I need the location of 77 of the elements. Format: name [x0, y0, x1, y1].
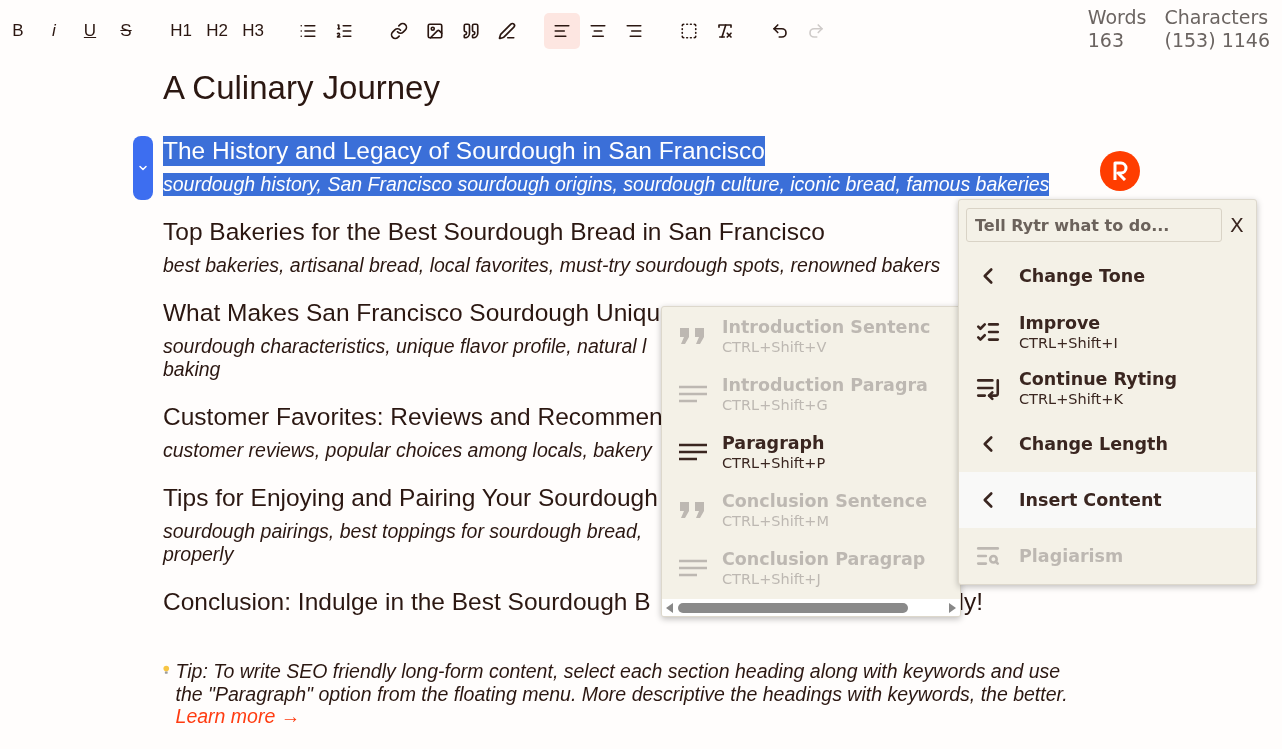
- item-label: Conclusion Sentence: [722, 490, 927, 512]
- section-heading: Tips for Enjoying and Pairing Your Sourdough: [163, 483, 658, 513]
- strikethrough-button[interactable]: S: [108, 13, 144, 49]
- avatar-badge[interactable]: [1100, 151, 1140, 191]
- stat-value: 163: [1087, 29, 1126, 52]
- undo-icon: [771, 22, 789, 40]
- item-label: Paragraph: [722, 432, 826, 454]
- horizontal-scrollbar[interactable]: [662, 599, 960, 616]
- close-button[interactable]: X: [1230, 213, 1244, 237]
- scroll-left-icon[interactable]: [666, 602, 674, 613]
- section-heading: Top Bakeries for the Best Sourdough Bread in San Francisco: [163, 217, 825, 247]
- bold-button[interactable]: B: [0, 13, 36, 49]
- stat-label: Characters: [1164, 6, 1270, 29]
- scrollbar-thumb[interactable]: [678, 602, 908, 613]
- highlight-icon: [498, 22, 516, 40]
- menu-item[interactable]: Continue Ryting CTRL+Shift+K: [959, 360, 1256, 416]
- align-left-icon: [553, 22, 571, 40]
- item-label: Introduction Sentenc: [722, 316, 931, 338]
- section-keywords: sourdough pairings, best toppings for sourdough bread,: [163, 520, 643, 543]
- menu-item[interactable]: Change Length: [959, 416, 1256, 472]
- heading-button[interactable]: H1: [163, 13, 199, 49]
- redo-icon: [807, 22, 825, 40]
- item-shortcut: CTRL+Shift+I: [1019, 334, 1118, 352]
- tip-text: Tip: To write SEO friendly long-form content, select each section heading along with keywords and use the "Paragraph" option from the floating menu. More descriptive the headings with keywords, the better. Learn more →: [175, 660, 1068, 728]
- text-lines-icon: [678, 559, 708, 577]
- item-label: Introduction Paragra: [722, 374, 928, 396]
- underline-button[interactable]: U: [72, 13, 108, 49]
- learn-more-link[interactable]: Learn more →: [175, 705, 301, 727]
- link-icon: [390, 22, 408, 40]
- item-shortcut: CTRL+Shift+M: [722, 512, 830, 530]
- image-icon: [426, 22, 444, 40]
- section-keywords: baking: [163, 358, 221, 381]
- item-label: Continue Ryting: [1019, 368, 1177, 390]
- section-keywords: best bakeries, artisanal bread, local favorites, must-try sourdough spots, renowned bakers: [163, 254, 941, 277]
- menu-item[interactable]: Improve CTRL+Shift+I: [959, 304, 1256, 360]
- menu-item[interactable]: Change Tone: [959, 248, 1256, 304]
- item-shortcut: CTRL+Shift+P: [722, 454, 826, 472]
- item-shortcut: CTRL+Shift+K: [1019, 390, 1124, 408]
- heading-button[interactable]: H3: [235, 13, 271, 49]
- bulleted-list-icon: [299, 22, 317, 40]
- item-shortcut: CTRL+Shift+J: [722, 570, 822, 588]
- align-right-icon: [625, 22, 643, 40]
- heading-button[interactable]: H2: [199, 13, 235, 49]
- item-label: Conclusion Paragrap: [722, 548, 926, 570]
- item-label: Change Tone: [1019, 265, 1146, 287]
- quote-icon: [462, 22, 480, 40]
- item-label: Improve: [1019, 312, 1102, 334]
- item-label: Change Length: [1019, 433, 1168, 455]
- item-shortcut: CTRL+Shift+G: [722, 396, 829, 414]
- section-keywords: customer reviews, popular choices among locals, bakery: [163, 439, 652, 462]
- text-lines-icon: [678, 443, 708, 461]
- align-center-icon: [589, 22, 607, 40]
- section-heading: Conclusion: Indulge in the Best Sourdough B: [163, 587, 651, 617]
- section-keywords: sourdough characteristics, unique flavor profile, natural l: [163, 335, 647, 358]
- command-input[interactable]: Tell Rytr what to do...: [966, 208, 1222, 242]
- section-keywords: properly: [163, 543, 234, 566]
- numbered-list-icon: [335, 22, 353, 40]
- submenu-item[interactable]: Paragraph CTRL+Shift+P: [662, 423, 960, 481]
- section-heading: Customer Favorites: Reviews and Recommen: [163, 402, 663, 432]
- stat-label: Words: [1087, 6, 1147, 29]
- section-heading: The History and Legacy of Sourdough in San Francisco: [163, 136, 765, 166]
- align-left-button[interactable]: [544, 13, 580, 49]
- select-all-icon: [680, 22, 698, 40]
- text-lines-icon: [678, 385, 708, 403]
- item-label: Insert Content: [1019, 489, 1162, 511]
- scroll-right-icon[interactable]: [948, 602, 956, 613]
- item-label: Plagiarism: [1019, 545, 1124, 567]
- section-handle[interactable]: [133, 136, 153, 200]
- italic-button[interactable]: i: [36, 13, 72, 49]
- r-logo-icon: [1112, 161, 1128, 181]
- section-heading: What Makes San Francisco Sourdough Uniqu: [163, 298, 661, 328]
- item-shortcut: CTRL+Shift+V: [722, 338, 828, 356]
- stat-value: (153) 1146: [1164, 29, 1270, 52]
- clear-format-icon: [716, 22, 734, 40]
- document-title: A Culinary Journey: [163, 68, 440, 108]
- menu-item[interactable]: Insert Content: [959, 472, 1256, 528]
- section-keywords: sourdough history, San Francisco sourdough origins, sourdough culture, iconic bread, famous bakeries: [163, 173, 1050, 196]
